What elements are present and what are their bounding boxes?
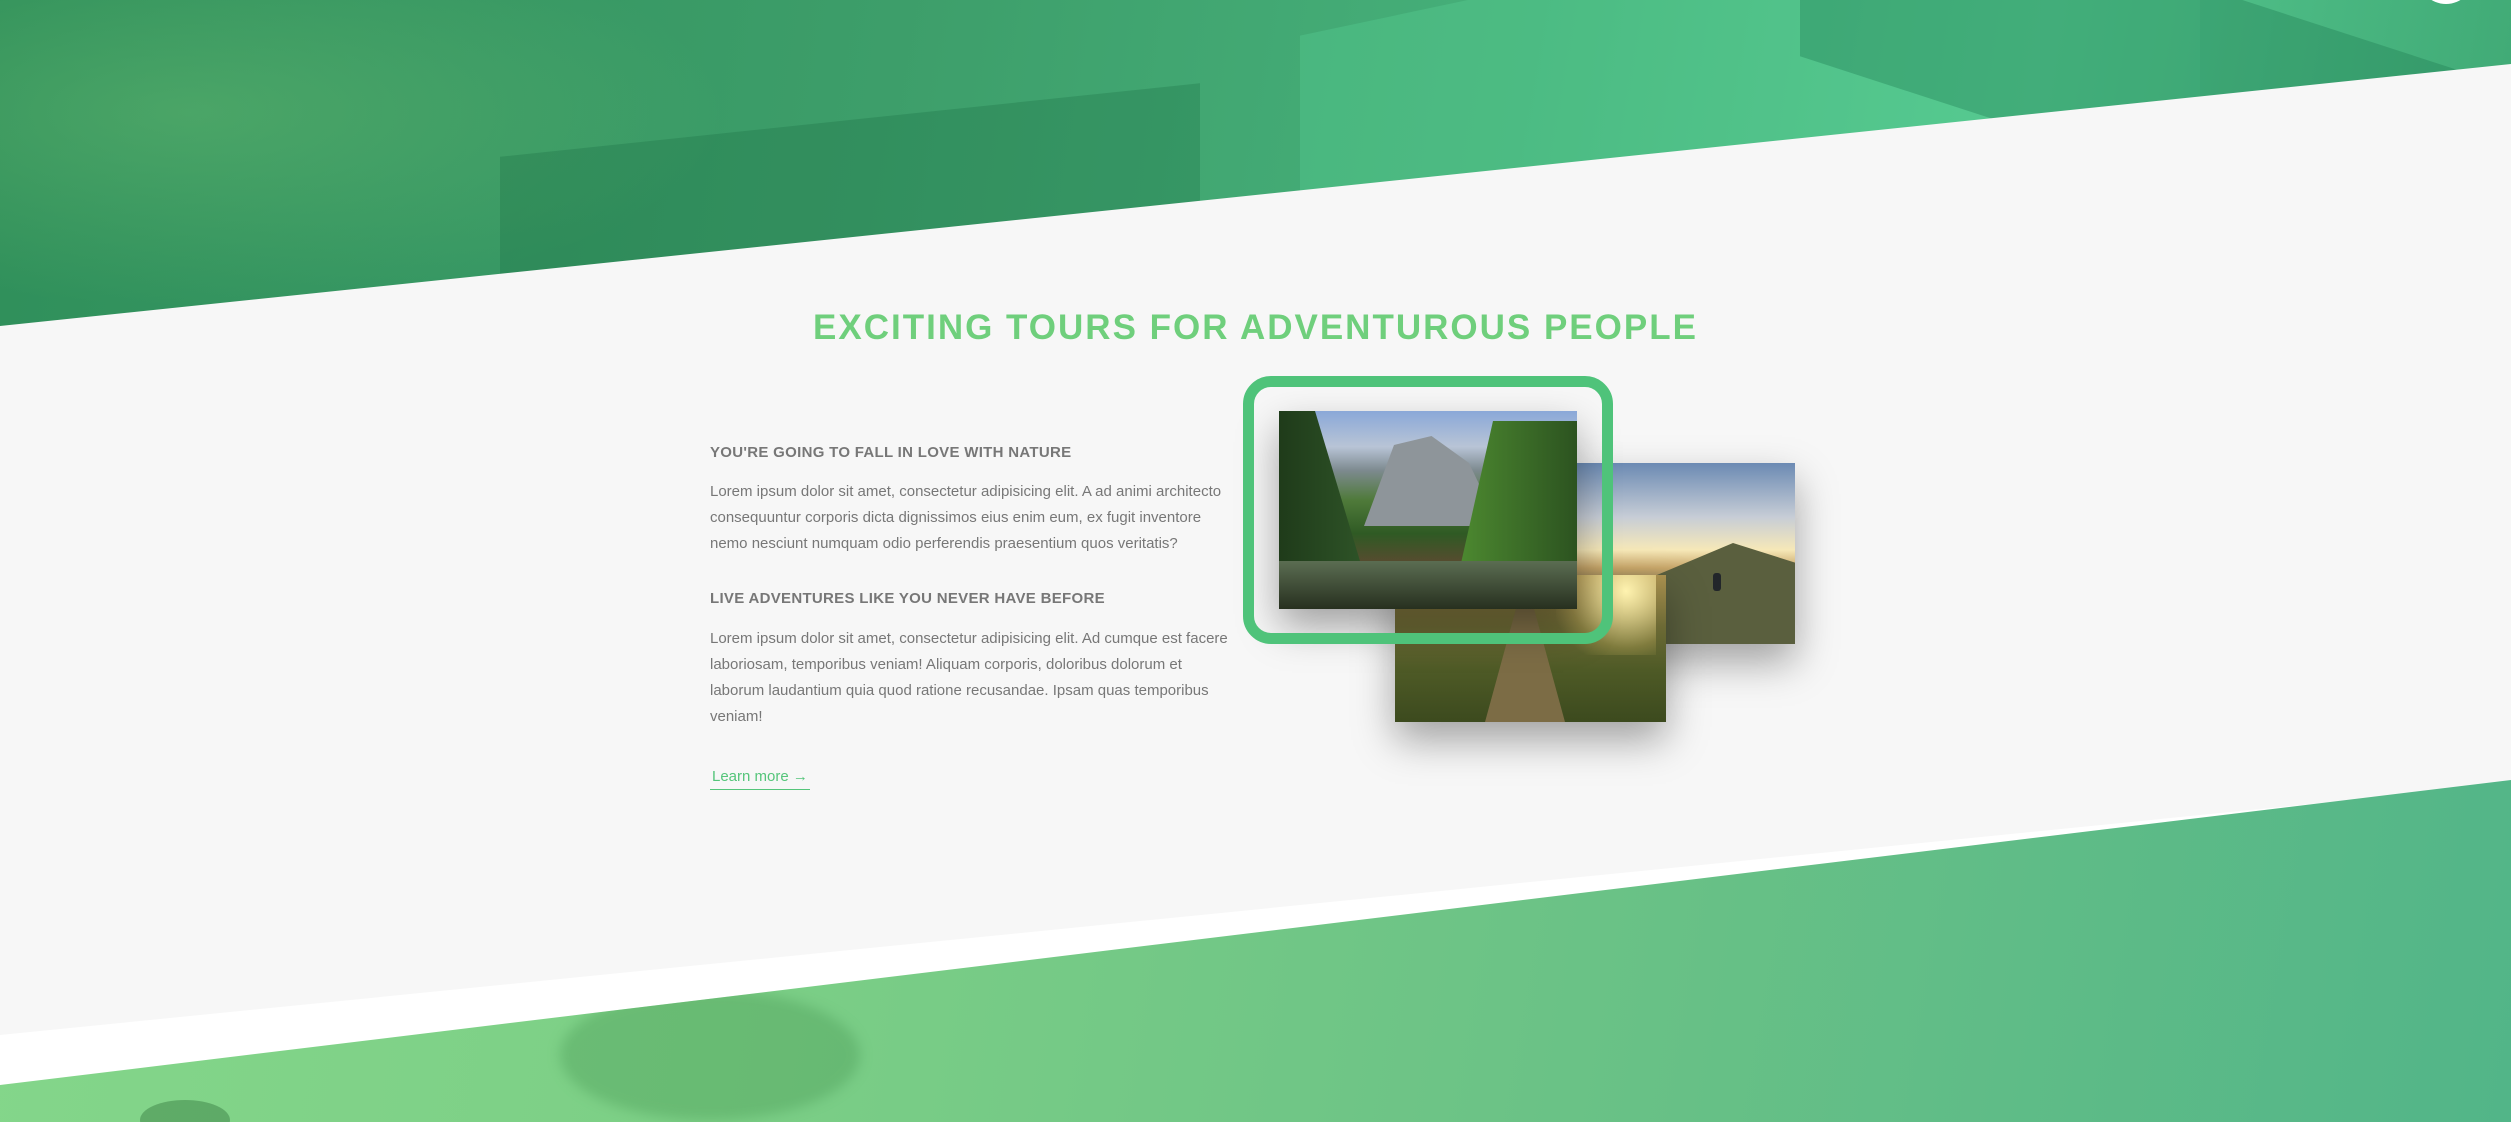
feature-text: Lorem ipsum dolor sit amet, consectetur … (710, 630, 1228, 725)
background-shape (140, 1100, 230, 1122)
feature-text: Lorem ipsum dolor sit amet, consectetur … (710, 483, 1222, 552)
photo-hiker (1713, 573, 1721, 591)
feature-title: LIVE ADVENTURES LIKE YOU NEVER HAVE BEFO… (710, 590, 1105, 607)
learn-more-link[interactable]: Learn more → (710, 766, 810, 790)
section-heading: EXCITING TOURS FOR ADVENTUROUS PEOPLE (813, 308, 1698, 347)
focus-highlight (1243, 376, 1613, 644)
background-cloud (560, 990, 860, 1120)
feature-title: YOU'RE GOING TO FALL IN LOVE WITH NATURE (710, 444, 1072, 461)
scroll-indicator[interactable] (2418, 0, 2474, 4)
